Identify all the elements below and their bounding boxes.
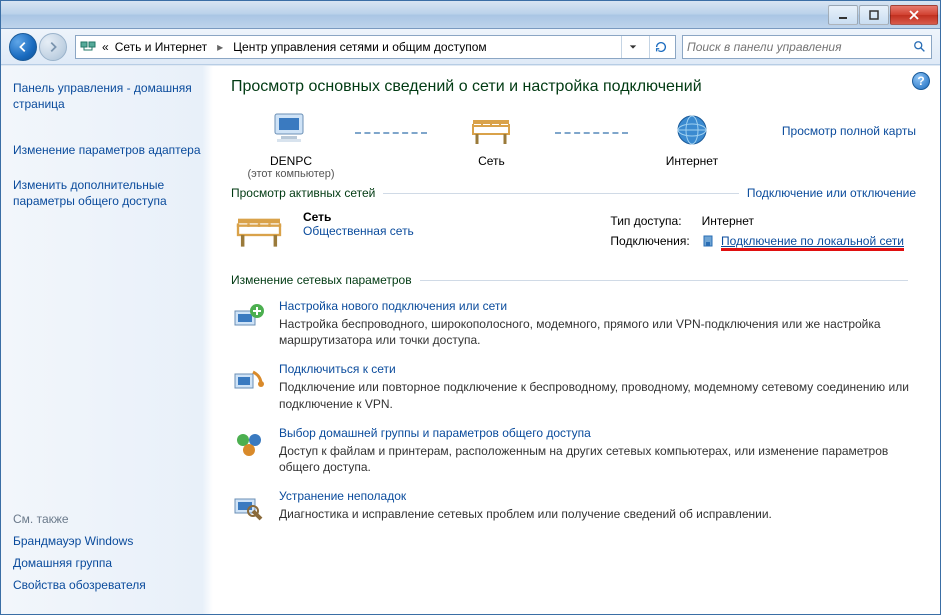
sidebar-link-adapter-settings[interactable]: Изменение параметров адаптера xyxy=(13,142,201,158)
back-button[interactable] xyxy=(9,33,37,61)
task-link[interactable]: Выбор домашней группы и параметров общег… xyxy=(279,426,591,440)
bench-icon xyxy=(231,210,287,250)
task-link[interactable]: Настройка нового подключения или сети xyxy=(279,299,507,313)
see-also-title: См. также xyxy=(13,512,201,526)
connect-network-icon xyxy=(231,362,267,398)
access-type-value: Интернет xyxy=(702,212,914,230)
task-description: Доступ к файлам и принтерам, расположенн… xyxy=(279,443,916,475)
map-node-sublabel: (этот компьютер) xyxy=(231,168,351,180)
task-description: Настройка беспроводного, широкополосного… xyxy=(279,316,916,348)
see-also-firewall[interactable]: Брандмауэр Windows xyxy=(13,534,201,548)
address-row: « Сеть и Интернет ▸ Центр управления сет… xyxy=(1,29,940,65)
help-icon[interactable]: ? xyxy=(912,72,930,90)
new-connection-icon xyxy=(231,299,267,335)
refresh-button[interactable] xyxy=(649,36,671,58)
local-area-connection-link[interactable]: Подключение по локальной сети xyxy=(721,234,904,248)
connections-label: Подключения: xyxy=(610,232,699,253)
search-icon xyxy=(913,40,927,54)
page-title: Просмотр основных сведений о сети и наст… xyxy=(231,78,916,96)
map-connection-line xyxy=(355,132,427,134)
computer-icon xyxy=(267,110,315,150)
breadcrumb-prefix[interactable]: « xyxy=(102,40,109,54)
breadcrumb-item[interactable]: Центр управления сетями и общим доступом xyxy=(233,40,487,54)
network-type-link[interactable]: Общественная сеть xyxy=(303,224,414,238)
map-internet: Интернет xyxy=(632,110,752,180)
map-node-label: Сеть xyxy=(431,154,551,168)
task-link[interactable]: Устранение неполадок xyxy=(279,489,406,503)
network-name: Сеть xyxy=(303,210,414,224)
map-node-label: DENPC xyxy=(231,154,351,168)
ethernet-icon xyxy=(702,234,714,251)
forward-button[interactable] xyxy=(39,33,67,61)
maximize-button[interactable] xyxy=(859,5,889,25)
network-center-icon xyxy=(80,39,96,55)
breadcrumb-item[interactable]: Сеть и Интернет xyxy=(115,40,207,54)
address-bar[interactable]: « Сеть и Интернет ▸ Центр управления сет… xyxy=(75,35,676,59)
map-node-label: Интернет xyxy=(632,154,752,168)
full-map-link[interactable]: Просмотр полной карты xyxy=(782,124,916,138)
see-also-internet-options[interactable]: Свойства обозревателя xyxy=(13,578,201,592)
task-connect-network: Подключиться к сети Подключение или повт… xyxy=(231,362,916,411)
map-network: Сеть xyxy=(431,110,551,180)
minimize-button[interactable] xyxy=(828,5,858,25)
troubleshoot-icon xyxy=(231,489,267,525)
titlebar xyxy=(1,1,940,29)
bench-icon xyxy=(467,110,515,150)
connect-disconnect-link[interactable]: Подключение или отключение xyxy=(747,186,916,200)
task-new-connection: Настройка нового подключения или сети На… xyxy=(231,299,916,348)
main-panel: ? Просмотр основных сведений о сети и на… xyxy=(213,66,940,614)
task-description: Подключение или повторное подключение к … xyxy=(279,379,916,411)
section-network-settings: Изменение сетевых параметров xyxy=(231,273,412,287)
see-also-homegroup[interactable]: Домашняя группа xyxy=(13,556,201,570)
sidebar-link-advanced-sharing[interactable]: Изменить дополнительные параметры общего… xyxy=(13,177,201,209)
sidebar-home-link[interactable]: Панель управления - домашняя страница xyxy=(13,80,201,112)
map-connection-line xyxy=(555,132,627,134)
map-this-computer: DENPC (этот компьютер) xyxy=(231,110,351,180)
access-type-label: Тип доступа: xyxy=(610,212,699,230)
task-link[interactable]: Подключиться к сети xyxy=(279,362,396,376)
task-homegroup: Выбор домашней группы и параметров общег… xyxy=(231,426,916,475)
globe-icon xyxy=(668,110,716,150)
address-dropdown[interactable] xyxy=(621,36,643,58)
close-button[interactable] xyxy=(890,5,938,25)
task-troubleshoot: Устранение неполадок Диагностика и испра… xyxy=(231,489,916,525)
breadcrumb-separator: ▸ xyxy=(217,40,223,54)
sidebar: Панель управления - домашняя страница Из… xyxy=(1,66,213,614)
section-active-networks: Просмотр активных сетей xyxy=(231,186,375,200)
search-input[interactable] xyxy=(687,40,913,54)
search-box[interactable] xyxy=(682,35,932,59)
homegroup-icon xyxy=(231,426,267,462)
task-description: Диагностика и исправление сетевых пробле… xyxy=(279,506,772,522)
